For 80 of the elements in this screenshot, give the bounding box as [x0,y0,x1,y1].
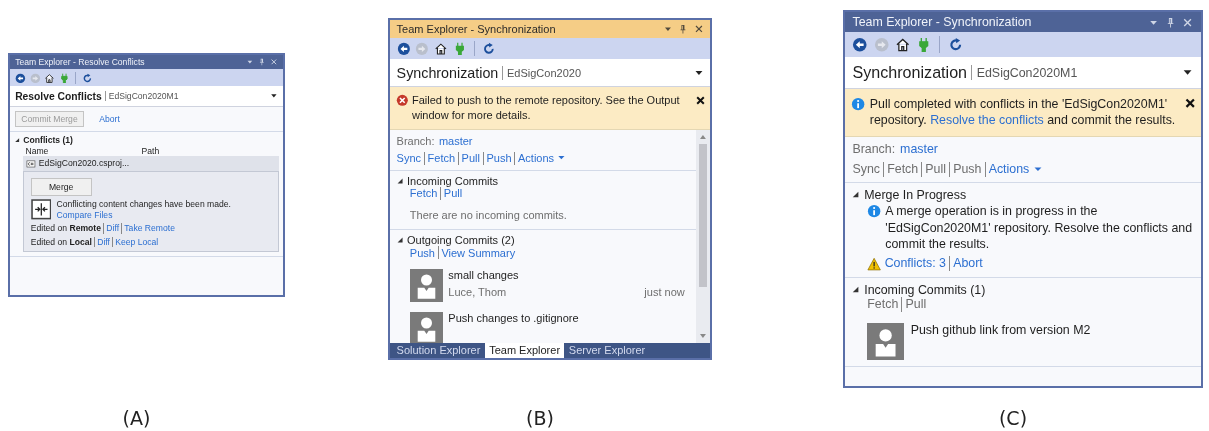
expanded-triangle-icon[interactable] [14,137,21,144]
expanded-triangle-icon[interactable] [395,176,404,185]
back-icon[interactable] [396,41,411,56]
expanded-triangle-icon[interactable] [395,236,404,244]
branch-link[interactable]: master [438,134,473,147]
repository-name: EdSigCon2020M1 [108,91,180,102]
merge-button[interactable]: Merge [30,178,92,196]
back-icon[interactable] [15,72,26,84]
section-title[interactable]: Incoming Commits (1) [864,282,986,297]
notification-message: Failed to push to the remote repository. See the Output window for more details. [412,93,681,123]
home-icon[interactable] [44,72,56,84]
section-title[interactable]: Incoming Commits [407,174,499,187]
edit-status: Edited on Local [30,237,92,248]
back-icon[interactable] [852,36,868,53]
close-icon[interactable] [1183,97,1197,110]
expanded-triangle-icon[interactable] [851,285,860,294]
link[interactable]: Pull [461,152,480,165]
link[interactable]: Keep Local [115,237,159,248]
section-title[interactable]: Merge In Progress [864,187,967,202]
csharp-file-icon [26,158,37,169]
link[interactable]: Sync [396,152,422,165]
compare-icon [30,199,52,220]
expanded-triangle-icon[interactable] [851,190,860,200]
link[interactable]: Resolve the conflicts [930,113,1044,128]
pin-icon[interactable] [258,58,266,66]
branch-label: Branch: [852,142,896,157]
edit-status: Edited on Remote [30,223,101,234]
home-icon[interactable] [894,36,911,53]
figure-caption: (C) [997,407,1029,429]
scrollbar[interactable] [695,129,710,343]
tab[interactable]: Server Explorer [564,342,650,358]
branch-link[interactable]: master [900,142,938,157]
branch-label: Branch: [396,134,435,147]
window-title: Team Explorer - Synchronization [852,15,1033,30]
link[interactable]: View Summary [441,246,516,259]
page-title: Resolve Conflicts [15,90,102,102]
link[interactable]: Fetch [427,152,456,165]
window-title: Team Explorer - Resolve Conflicts [15,57,146,68]
link[interactable]: Abort [953,256,983,271]
figure-caption: (A) [121,407,152,429]
link[interactable]: Fetch [409,187,438,200]
avatar-icon [867,322,905,360]
column-header: Path [141,146,160,157]
info-icon [867,204,882,219]
link[interactable]: Take Remote [124,223,175,234]
notification-message: Pull completed with conflicts in the 'EdSigCon2020M1' repository. Resolve the conflicts and commit the results. [869,95,1177,129]
link[interactable]: Abort [99,114,120,125]
tab[interactable]: Solution Explorer [392,342,485,358]
section-title[interactable]: Outgoing Commits (2) [407,234,515,247]
section-title[interactable]: Conflicts (1) [23,135,73,146]
link[interactable]: Diff [97,237,110,248]
close-icon[interactable] [694,94,706,106]
warning-icon [867,256,882,272]
actions-menu[interactable]: Actions [988,162,1043,177]
refresh-icon[interactable] [81,72,93,84]
commit-item[interactable]: small changes Luce, Thom just now [409,269,691,303]
commit-item[interactable]: Push github link from version M2 [867,322,1195,360]
empty-message: There are no incoming commits. [409,208,568,221]
home-icon[interactable] [433,41,448,56]
window-title: Team Explorer - Synchronization [396,22,557,35]
commit-item[interactable]: Push changes to .gitignore [409,312,691,343]
page-title: Synchronization [396,65,499,81]
page-title: Synchronization [852,63,968,83]
link[interactable]: Pull [443,187,463,200]
actions-menu[interactable]: Actions [518,152,566,165]
avatar-icon [409,269,443,303]
conflict-message: Conflicting content changes have been made. [56,199,231,209]
figure-caption: (B) [525,407,555,429]
link[interactable]: Push [486,152,512,165]
link[interactable]: Compare Files [56,209,231,220]
repository-name: EdSigCon2020 [507,67,583,79]
link[interactable]: Diff [106,223,120,234]
link[interactable]: Push [409,246,435,259]
link[interactable]: Conflicts: 3 [884,256,946,271]
merge-message: A merge operation is in progress in the 'EdSigCon2020M1' repository. Resolve the conflicts and commit the results. [885,203,1194,254]
file-row[interactable]: EdSigCon2020.csproj... [22,156,279,171]
refresh-icon[interactable] [481,41,496,56]
refresh-icon[interactable] [948,36,964,53]
column-header: Name [25,146,50,157]
repository-name: EdSigCon2020M1 [976,65,1079,80]
